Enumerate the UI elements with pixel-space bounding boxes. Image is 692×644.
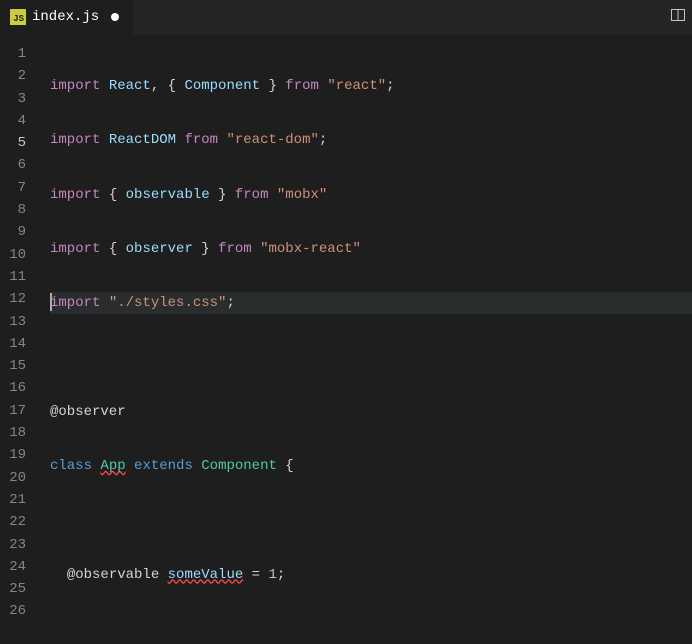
line-number: 23 xyxy=(0,534,26,556)
code-line xyxy=(50,618,692,640)
line-number: 5 xyxy=(0,132,26,154)
code-content[interactable]: import React, { Component } from "react"… xyxy=(40,35,692,644)
split-editor-icon[interactable] xyxy=(670,7,686,28)
line-number: 13 xyxy=(0,311,26,333)
code-line xyxy=(50,346,692,368)
line-number: 1 xyxy=(0,43,26,65)
tab-filename: index.js xyxy=(32,9,99,25)
code-line: class App extends Component { xyxy=(50,455,692,477)
line-number: 18 xyxy=(0,422,26,444)
line-number: 8 xyxy=(0,199,26,221)
line-number: 11 xyxy=(0,266,26,288)
line-number: 14 xyxy=(0,333,26,355)
line-number: 16 xyxy=(0,377,26,399)
editor-actions xyxy=(670,7,692,28)
editor-area: 1234567891011121314151617181920212223242… xyxy=(0,35,692,644)
line-number: 17 xyxy=(0,400,26,422)
line-number: 24 xyxy=(0,556,26,578)
line-number: 22 xyxy=(0,511,26,533)
line-number: 2 xyxy=(0,65,26,87)
line-number: 21 xyxy=(0,489,26,511)
code-line xyxy=(50,509,692,531)
line-number: 3 xyxy=(0,88,26,110)
code-line: import { observer } from "mobx-react" xyxy=(50,238,692,260)
code-line: import React, { Component } from "react"… xyxy=(50,75,692,97)
line-number: 6 xyxy=(0,154,26,176)
line-number: 20 xyxy=(0,467,26,489)
tab-index-js[interactable]: JS index.js xyxy=(0,0,133,35)
line-number: 7 xyxy=(0,177,26,199)
line-number: 4 xyxy=(0,110,26,132)
line-number: 19 xyxy=(0,444,26,466)
javascript-file-icon: JS xyxy=(10,9,26,25)
code-line: @observer xyxy=(50,401,692,423)
code-line-current: import "./styles.css"; xyxy=(50,292,692,314)
line-number: 25 xyxy=(0,578,26,600)
line-number: 12 xyxy=(0,288,26,310)
code-line: import ReactDOM from "react-dom"; xyxy=(50,129,692,151)
modified-indicator-icon xyxy=(111,13,119,21)
line-number: 26 xyxy=(0,600,26,622)
code-line: @observable someValue = 1; xyxy=(50,564,692,586)
line-number: 10 xyxy=(0,244,26,266)
tab-bar: JS index.js xyxy=(0,0,692,35)
code-line: import { observable } from "mobx" xyxy=(50,184,692,206)
line-number-gutter[interactable]: 1234567891011121314151617181920212223242… xyxy=(0,35,40,644)
line-number: 15 xyxy=(0,355,26,377)
line-number: 9 xyxy=(0,221,26,243)
